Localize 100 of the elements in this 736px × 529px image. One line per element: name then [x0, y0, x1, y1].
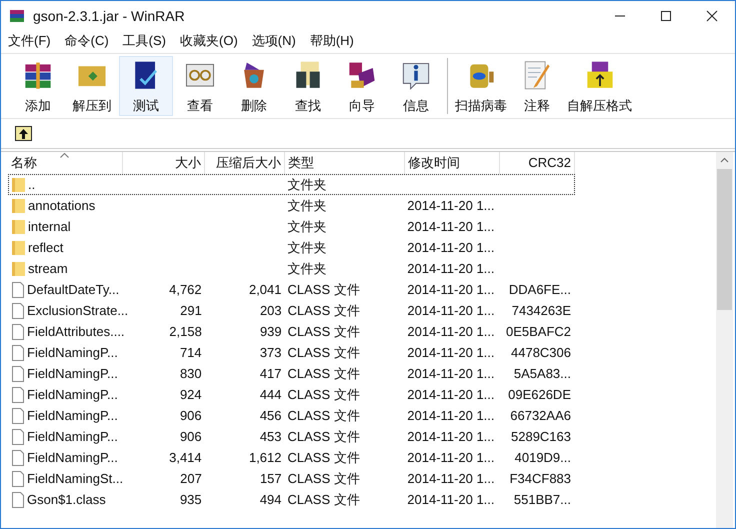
table-cell-text: 2014-11-20 1...: [407, 344, 495, 362]
table-cell-text: 444: [260, 386, 282, 404]
table-cell-text: annotations: [28, 196, 96, 215]
file-row[interactable]: FieldNamingP... 714 373 CLASS 文件 2014-11-20 1... 4478C306: [8, 342, 575, 363]
table-cell-text: CLASS 文件: [288, 364, 360, 383]
table-cell-text: stream: [28, 260, 68, 278]
menu-item[interactable]: 选项(N): [244, 31, 303, 51]
file-row[interactable]: FieldNamingP... 924 444 CLASS 文件 2014-11-20 1... 09E626DE: [8, 384, 575, 405]
table-cell-text: CLASS 文件: [288, 490, 360, 509]
toolbar-button[interactable]: 自解压格式: [564, 56, 635, 116]
file-row[interactable]: stream 文件夹 2014-11-20 1...: [8, 258, 575, 279]
close-icon: [706, 10, 718, 22]
file-row[interactable]: .. 文件夹: [8, 174, 575, 195]
up-arrow-icon: [18, 128, 29, 138]
toolbar-button[interactable]: 扫描病毒: [452, 56, 510, 116]
file-row[interactable]: FieldNamingSt... 207 157 CLASS 文件 2014-11-20 1... F34CF883: [8, 468, 575, 489]
column-header[interactable]: 大小: [123, 152, 205, 174]
menu-item[interactable]: 收藏夹(O): [173, 31, 245, 51]
toolbar-button[interactable]: 删除: [227, 56, 281, 116]
table-cell-text: 文件夹: [288, 238, 327, 257]
table-cell-text: 2014-11-20 1...: [407, 322, 495, 341]
file-icon: [12, 386, 24, 402]
table-cell-text: reflect: [28, 238, 64, 257]
column-header[interactable]: 修改时间: [405, 152, 500, 174]
table-cell-text: CLASS 文件: [288, 470, 360, 488]
toolbar-button[interactable]: 添加: [11, 56, 65, 116]
table-cell-text: CLASS 文件: [288, 302, 360, 320]
table-cell-text: FieldNamingP...: [27, 406, 118, 425]
table-cell-text: 2014-11-20 1...: [407, 302, 495, 320]
table-cell-text: 157: [260, 470, 282, 488]
table-cell-text: 3,414: [169, 448, 202, 467]
table-cell-text: 417: [260, 364, 282, 383]
table-cell-text: 2,041: [248, 280, 282, 299]
table-cell-text: 2,158: [169, 322, 202, 341]
menu-item[interactable]: 文件(F): [1, 31, 58, 51]
table-cell-text: internal: [28, 218, 71, 236]
table-cell-text: 7434263E: [512, 302, 572, 320]
table-cell-text: FieldNamingP...: [27, 364, 118, 383]
menu-item[interactable]: 命令(C): [58, 31, 116, 51]
column-header[interactable]: 名称: [8, 152, 123, 174]
file-row[interactable]: FieldNamingP... 906 453 CLASS 文件 2014-11-20 1... 5289C163: [8, 426, 575, 447]
folder-icon: [12, 177, 25, 192]
table-cell-text: 09E626DE: [508, 386, 571, 404]
table-cell-text: 2014-11-20 1...: [407, 428, 495, 446]
table-cell-text: F34CF883: [510, 470, 572, 488]
file-icon: [12, 408, 24, 424]
file-row[interactable]: FieldNamingP... 906 456 CLASS 文件 2014-11-20 1... 66732AA6: [8, 405, 575, 426]
file-icon: [12, 492, 24, 508]
toolbar-button[interactable]: 信息: [389, 56, 443, 116]
table-cell-text: CLASS 文件: [288, 428, 360, 446]
file-icon: [12, 344, 24, 360]
scrollbar[interactable]: [716, 152, 733, 528]
maximize-icon: [660, 10, 672, 22]
toolbar-button[interactable]: 查看: [173, 56, 227, 116]
file-row[interactable]: Gson$1.class 935 494 CLASS 文件 2014-11-20 1... 551BB7...: [8, 489, 575, 510]
file-icon: [12, 470, 24, 486]
table-cell-text: 文件夹: [288, 260, 327, 278]
up-folder-button[interactable]: [15, 126, 32, 141]
file-row[interactable]: DefaultDateTy... 4,762 2,041 CLASS 文件 2014-11-20 1... DDA6FE...: [8, 279, 575, 300]
sort-caret-icon: [60, 153, 69, 158]
table-cell-text: 2014-11-20 1...: [407, 196, 495, 215]
file-icon: [12, 302, 24, 318]
table-cell-text: 4019D9...: [514, 448, 571, 467]
toolbar-button[interactable]: 向导: [335, 56, 389, 116]
window-title: gson-2.3.1.jar - WinRAR: [33, 6, 185, 26]
table-cell-text: FieldNamingP...: [27, 344, 118, 362]
table-cell-text: 207: [180, 470, 202, 488]
file-row[interactable]: annotations 文件夹 2014-11-20 1...: [8, 195, 575, 216]
menu-item[interactable]: 工具(S): [116, 31, 173, 51]
column-header[interactable]: 压缩后大小: [205, 152, 285, 174]
table-cell-text: 2014-11-20 1...: [407, 386, 495, 404]
menu-item[interactable]: 帮助(H): [302, 31, 361, 51]
file-icon: [12, 324, 24, 340]
toolbar-button[interactable]: 测试: [119, 56, 173, 116]
file-row[interactable]: internal 文件夹 2014-11-20 1...: [8, 216, 575, 237]
file-row[interactable]: FieldAttributes.... 2,158 939 CLASS 文件 2014-11-20 1... 0E5BAFC2: [8, 321, 575, 342]
table-cell-text: FieldAttributes....: [27, 322, 125, 341]
table-cell-text: 66732AA6: [510, 406, 571, 425]
toolbar-button[interactable]: 注释: [510, 56, 564, 116]
table-cell-text: 2014-11-20 1...: [407, 218, 495, 236]
column-header[interactable]: 类型: [285, 152, 405, 174]
table-cell-text: 4478C306: [511, 344, 571, 362]
file-row[interactable]: FieldNamingP... 3,414 1,612 CLASS 文件 2014-11-20 1... 4019D9...: [8, 447, 575, 468]
file-icon: [12, 282, 24, 298]
table-cell-text: 1,612: [248, 448, 282, 467]
column-header[interactable]: CRC32: [500, 152, 575, 174]
table-cell-text: FieldNamingSt...: [27, 470, 124, 488]
file-row[interactable]: FieldNamingP... 830 417 CLASS 文件 2014-11-20 1... 5A5A83...: [8, 363, 575, 384]
toolbar-button[interactable]: 查找: [281, 56, 335, 116]
table-cell-text: 924: [180, 386, 202, 404]
table-cell-text: 2014-11-20 1...: [407, 490, 495, 509]
file-row[interactable]: reflect 文件夹 2014-11-20 1...: [8, 237, 575, 258]
table-cell-text: 文件夹: [288, 176, 327, 194]
table-cell-text: ..: [28, 176, 36, 194]
file-icon: [12, 428, 24, 444]
table-cell-text: CLASS 文件: [288, 322, 360, 341]
toolbar-button[interactable]: 解压到: [65, 56, 119, 116]
table-cell-text: 494: [260, 490, 282, 509]
file-row[interactable]: ExclusionStrate... 291 203 CLASS 文件 2014-11-20 1... 7434263E: [8, 300, 575, 321]
table-cell-text: 291: [180, 302, 202, 320]
